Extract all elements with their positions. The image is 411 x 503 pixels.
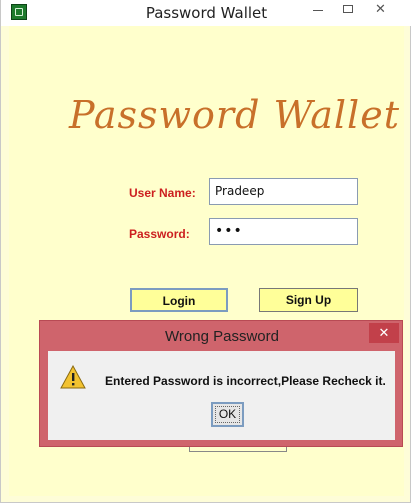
maximize-icon: [343, 5, 353, 13]
minimize-button[interactable]: [304, 0, 332, 20]
warning-icon: [60, 365, 86, 389]
ok-button[interactable]: OK: [211, 402, 244, 427]
maximize-button[interactable]: [335, 0, 363, 20]
password-field[interactable]: •••: [209, 218, 358, 245]
password-label: Password:: [129, 227, 190, 241]
dialog-message: Entered Password is incorrect,Please Rec…: [105, 374, 386, 388]
signup-button[interactable]: Sign Up: [259, 288, 358, 312]
dialog-close-button[interactable]: ✕: [369, 323, 399, 343]
username-field[interactable]: Pradeep: [209, 178, 358, 205]
dialog-body: Entered Password is incorrect,Please Rec…: [48, 351, 395, 440]
close-icon: ✕: [378, 325, 390, 340]
login-button[interactable]: Login: [130, 288, 228, 312]
minimize-icon: [313, 10, 323, 11]
wrong-password-dialog: Wrong Password ✕ Entered Password is inc…: [39, 320, 403, 447]
username-label: User Name:: [129, 186, 196, 200]
close-button[interactable]: ✕: [365, 0, 393, 20]
dialog-title: Wrong Password: [165, 328, 279, 345]
title-bar[interactable]: Password Wallet ✕: [1, 0, 411, 26]
close-icon: ✕: [375, 2, 386, 17]
brand-title: Password Wallet: [69, 93, 400, 137]
